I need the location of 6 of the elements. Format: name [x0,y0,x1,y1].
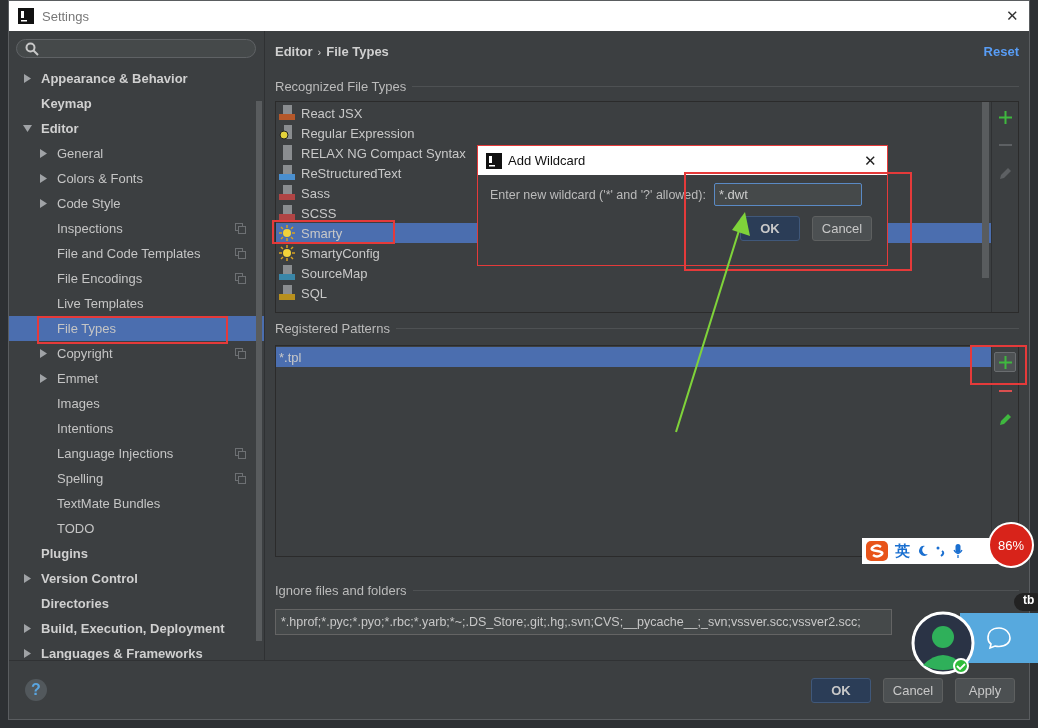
dialog-title: Add Wildcard [508,153,587,168]
section-title: Ignore files and folders [275,582,407,598]
breadcrumb: Editor › File Types [275,43,389,59]
window-title: Settings [42,8,90,24]
section-title: Registered Patterns [275,320,390,336]
section-title: Recognized File Types [275,78,407,94]
